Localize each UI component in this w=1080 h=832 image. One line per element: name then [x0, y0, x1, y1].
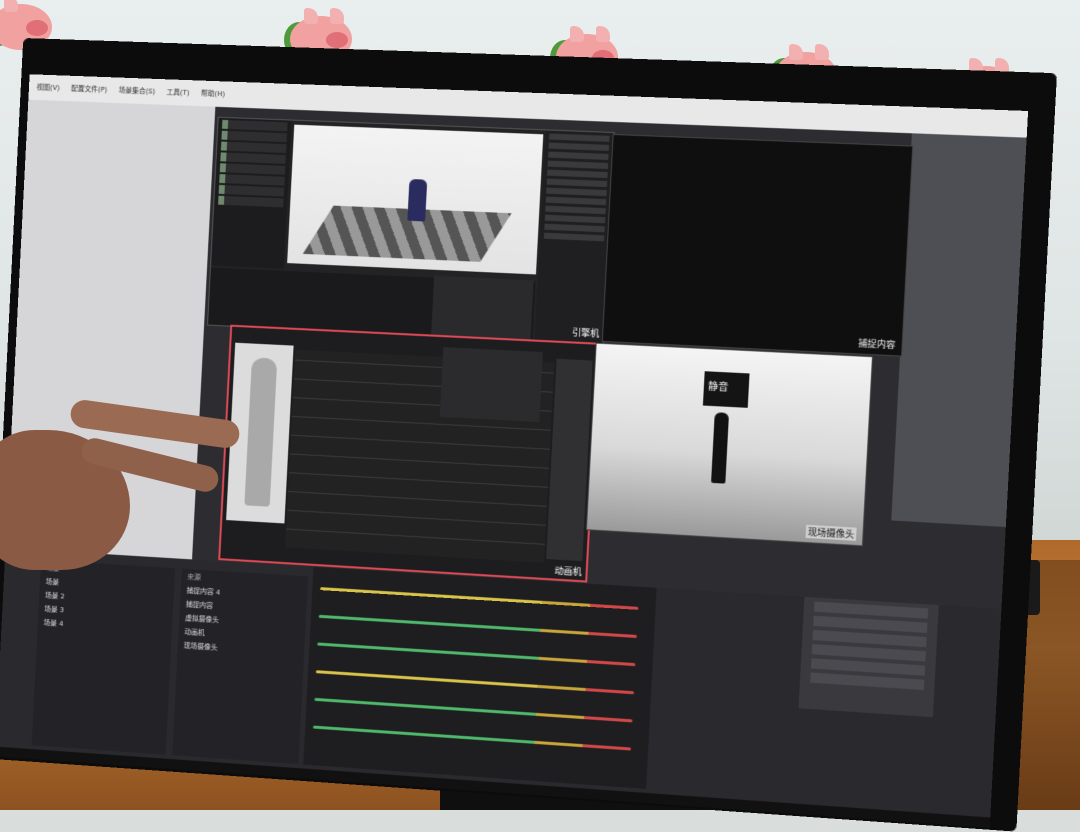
menu-scene-collection[interactable]: 场景集合(S)	[118, 85, 155, 96]
volume-meter[interactable]	[313, 726, 631, 751]
camera-preview: 静音 现场摄像头	[586, 343, 873, 547]
side-panel	[546, 359, 593, 561]
volume-meter[interactable]	[320, 587, 638, 610]
context-menu[interactable]	[431, 276, 534, 341]
banner-text: 静音	[708, 377, 729, 393]
robot-model	[407, 179, 427, 222]
vcam-label: 引擎机	[572, 325, 600, 339]
menu-help[interactable]: 帮助(H)	[201, 88, 225, 99]
volume-meter[interactable]	[314, 698, 632, 723]
capture-preview: 捕捉内容	[602, 134, 914, 357]
sources-dock: 来源 捕捉内容 4 捕捉内容 虚拟摄像头 动画机 现场摄像头	[172, 569, 308, 765]
menu-view[interactable]: 视图(V)	[36, 82, 60, 93]
control-button[interactable]	[810, 672, 924, 690]
person	[711, 412, 729, 483]
outliner	[211, 118, 292, 269]
camera-label: 现场摄像头	[806, 525, 857, 541]
capture-label: 捕捉内容	[858, 336, 896, 351]
volume-meter[interactable]	[317, 642, 635, 666]
menu-tools[interactable]: 工具(T)	[166, 87, 189, 98]
context-menu[interactable]	[440, 347, 543, 422]
volume-meter[interactable]	[319, 615, 637, 638]
animation-editor-panel: 动画机	[218, 325, 600, 583]
engine-editor-panel: 引擎机	[207, 117, 615, 345]
volume-meter[interactable]	[316, 670, 634, 694]
details-panel: 引擎机	[534, 130, 613, 344]
anim-label: 动画机	[554, 564, 582, 579]
desktop-background	[891, 133, 1026, 527]
menu-profile[interactable]: 配置文件(P)	[71, 84, 108, 95]
banner: 静音	[703, 371, 750, 408]
audio-mixer	[303, 567, 656, 789]
pointing-hand	[0, 390, 250, 590]
controls-dock	[799, 597, 939, 717]
level-viewport[interactable]	[287, 125, 543, 275]
